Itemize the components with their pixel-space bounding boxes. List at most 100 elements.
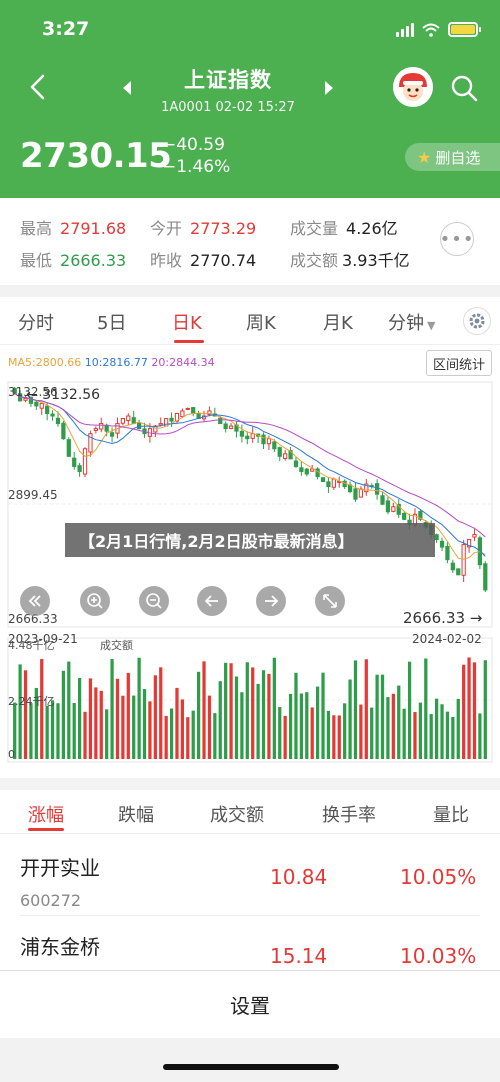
volume-bar — [332, 715, 336, 759]
quote-stats: 最高 2791.68 今开 2773.29 成交量 4.26亿 最低 2666.33 昨… — [0, 198, 500, 285]
mascot-icon — [393, 67, 433, 107]
candle-body — [450, 562, 455, 571]
volume-bar — [110, 659, 114, 759]
volume-bar — [343, 703, 347, 759]
row2-price: 15.14 — [270, 944, 328, 968]
candle-body — [180, 410, 185, 418]
volume-bar — [67, 661, 71, 759]
back-arrow-icon[interactable] — [24, 72, 54, 102]
tab-volume-ratio[interactable]: 量比 — [433, 801, 469, 827]
volume-bar — [402, 708, 406, 759]
volume-bar — [191, 710, 195, 759]
zoom-in-icon — [87, 593, 103, 609]
news-banner[interactable]: 【2月1日行情,2月2日股市最新消息】 — [65, 523, 435, 557]
volume-bar — [353, 660, 358, 759]
volume-bar — [72, 703, 76, 759]
zoom-out-button[interactable] — [139, 586, 169, 616]
row1-code: 600272 — [20, 891, 82, 910]
pan-left-button[interactable] — [197, 586, 227, 616]
stat-volume-label: 成交量 — [290, 219, 339, 238]
candles-group — [12, 387, 488, 593]
tab-turnover-amount[interactable]: 成交额 — [210, 801, 264, 827]
volume-bar — [305, 692, 309, 759]
candle-body — [228, 425, 234, 429]
volume-bar — [159, 667, 163, 759]
volume-bar — [299, 693, 304, 759]
volume-bar — [164, 715, 168, 759]
volume-bar — [413, 712, 417, 759]
tab-losers[interactable]: 跌幅 — [118, 801, 154, 827]
candle-body — [72, 457, 77, 467]
volume-bar — [467, 657, 471, 759]
candle-body — [261, 434, 266, 445]
price-change: −40.59 −1.46% — [162, 134, 230, 178]
volume-bar — [429, 714, 433, 759]
zoom-in-button[interactable] — [80, 586, 110, 616]
candle-body — [299, 467, 304, 472]
volume-bar — [245, 662, 249, 759]
remove-favorite-button[interactable]: ★ 删自选 — [405, 143, 500, 171]
volume-bar — [397, 685, 401, 759]
volume-bar — [462, 664, 466, 759]
search-icon[interactable] — [450, 74, 478, 102]
double-chevron-left-icon — [28, 595, 41, 607]
row1-name[interactable]: 开开实业 — [20, 852, 100, 881]
volume-bar — [386, 697, 390, 759]
stock-code-time: 1A0001 02-02 15:27 — [161, 100, 295, 115]
volume-bar — [310, 707, 314, 759]
min-price-label: 2666.33 → — [403, 609, 483, 627]
volume-indicator-name: 成交额 — [100, 639, 133, 652]
stat-volume: 成交量 4.26亿 — [290, 215, 398, 239]
candle-body — [277, 447, 282, 457]
candle-body — [402, 513, 407, 520]
row2-name[interactable]: 浦东金桥 — [20, 931, 100, 960]
volume-bar — [294, 672, 298, 759]
row-divider — [20, 915, 480, 916]
volume-bar — [472, 662, 477, 759]
volume-bar — [380, 674, 385, 759]
stat-open-value: 2773.29 — [190, 219, 257, 238]
tab-turnover-rate[interactable]: 换手率 — [322, 801, 376, 827]
volume-zero-label: 0 — [8, 748, 15, 761]
volume-bar — [148, 701, 152, 759]
candle-body — [331, 478, 336, 488]
stat-volume-value: 4.26亿 — [346, 219, 398, 238]
avatar[interactable] — [393, 67, 433, 107]
candle-body — [445, 545, 450, 561]
pan-right-button[interactable] — [256, 586, 286, 616]
next-stock-icon[interactable] — [323, 80, 335, 96]
stat-low-label: 最低 — [20, 251, 53, 270]
candle-body — [293, 460, 299, 467]
candle-body — [250, 433, 255, 439]
stat-open: 今开 2773.29 — [150, 215, 256, 239]
ranking-tabs: 涨幅 跌幅 成交额 换手率 量比 — [0, 790, 500, 834]
volume-bar — [407, 661, 412, 759]
volume-bar — [18, 664, 22, 759]
volume-mid-label: 2.24千亿 — [8, 695, 55, 708]
active-rank-tab-indicator — [28, 828, 64, 831]
candle-body — [434, 534, 439, 541]
signal-icon — [396, 22, 414, 37]
page-title: 上证指数 — [184, 68, 272, 92]
candle-body — [45, 405, 50, 414]
stat-high-label: 最高 — [20, 219, 53, 238]
candle-body — [223, 423, 228, 430]
volume-bar — [445, 711, 450, 759]
scroll-left-button[interactable] — [20, 586, 50, 616]
stat-prev-value: 2770.74 — [190, 251, 257, 270]
candle-body — [391, 506, 396, 512]
volume-bar — [288, 693, 293, 759]
candle-body — [50, 413, 55, 417]
tab-gainers[interactable]: 涨幅 — [28, 801, 64, 827]
prev-stock-icon[interactable] — [121, 80, 133, 96]
fullscreen-button[interactable] — [315, 586, 345, 616]
more-options-button[interactable]: ••• — [440, 222, 474, 256]
volume-bar — [213, 713, 217, 759]
candle-body — [353, 488, 358, 500]
candle-body — [66, 439, 71, 457]
settings-button[interactable]: 设置 — [0, 970, 500, 1038]
candle-body — [374, 483, 380, 495]
x-axis-end-date: 2024-02-02 — [412, 632, 482, 646]
stat-low: 最低 2666.33 — [20, 247, 126, 271]
candle-body — [109, 432, 115, 437]
